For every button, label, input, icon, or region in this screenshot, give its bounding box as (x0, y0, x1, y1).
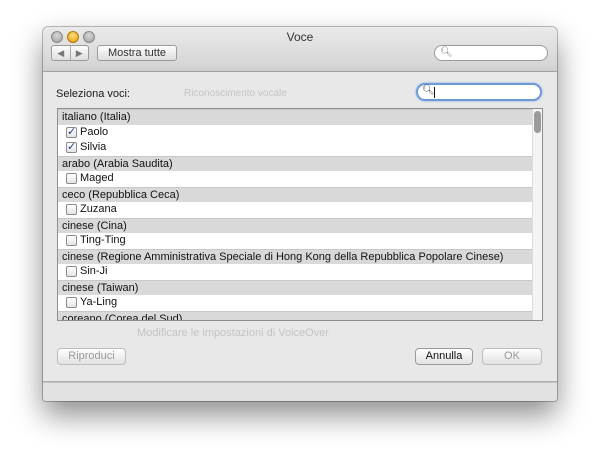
play-button[interactable]: Riproduci (57, 348, 126, 365)
voice-list[interactable]: italiano (Italia) ✓ Paolo ✓ Silvia arabo (Ara… (57, 108, 543, 321)
voice-group-header: ceco (Repubblica Ceca) (58, 186, 542, 202)
select-voices-label: Seleziona voci: (56, 88, 130, 100)
cancel-button[interactable]: Annulla (415, 348, 473, 365)
voice-name-label: Zuzana (80, 203, 117, 215)
search-icon: 🔍︎ (440, 47, 453, 58)
voice-group-header: italiano (Italia) (58, 109, 542, 125)
voice-checkbox[interactable] (66, 173, 77, 184)
voice-checkbox[interactable] (66, 297, 77, 308)
voice-list-item[interactable]: Ya-Ling (58, 295, 542, 311)
voice-checkbox[interactable]: ✓ (66, 126, 77, 138)
voice-group-header: cinese (Regione Amministrativa Speciale … (58, 248, 542, 264)
ok-button[interactable]: OK (482, 348, 542, 365)
voice-checkbox[interactable] (66, 235, 77, 246)
voice-search-field[interactable]: 🔍︎ (416, 83, 542, 101)
voice-name-label: Ting-Ting (80, 234, 126, 246)
voice-group-header: coreano (Corea del Sud) (58, 310, 542, 320)
voice-name-label: Paolo (80, 125, 109, 138)
voice-name-label: Ya-Ling (80, 296, 118, 308)
voice-checkbox[interactable]: ✓ (66, 142, 77, 153)
voice-group-header: cinese (Taiwan) (58, 279, 542, 295)
window-title: Voce (286, 30, 314, 44)
scrollbar-thumb[interactable] (534, 111, 541, 133)
forward-arrow-button[interactable]: ▶ (69, 46, 89, 60)
voice-name-label: Sin-Ji (80, 265, 108, 277)
title-bar: Voce ◀ ▶ Mostra tutte 🔍︎ (43, 27, 557, 72)
voice-checkbox[interactable] (66, 204, 77, 215)
voice-list-item[interactable]: Ting-Ting (58, 233, 542, 249)
background-voiceover-text: Modificare le impostazioni di VoiceOver (137, 327, 329, 339)
vertical-scrollbar[interactable] (532, 109, 542, 320)
voice-checkbox[interactable] (66, 266, 77, 277)
text-caret (434, 87, 435, 98)
history-nav: ◀ ▶ (51, 45, 89, 61)
background-tab-text: Riconoscimento vocale (184, 88, 287, 99)
window-bottom-area (43, 382, 557, 401)
voice-preferences-window: Voce ◀ ▶ Mostra tutte 🔍︎ Seleziona voci:… (43, 27, 557, 401)
voice-list-item[interactable]: Maged (58, 171, 542, 187)
select-voices-sheet: Seleziona voci: Riconoscimento vocale 🔍︎… (43, 72, 557, 382)
voice-name-label: Maged (80, 172, 114, 184)
preferences-search-field[interactable]: 🔍︎ (434, 45, 548, 61)
voice-name-label: Silvia (80, 141, 107, 153)
search-icon: 🔍︎ (422, 85, 435, 96)
voice-list-item[interactable]: Sin-Ji (58, 264, 542, 280)
voice-group-header: cinese (Cina) (58, 217, 542, 233)
voice-group-header: arabo (Arabia Saudita) (58, 155, 542, 171)
back-arrow-button[interactable]: ◀ (52, 46, 70, 60)
voice-list-item[interactable]: ✓ Paolo (58, 124, 542, 140)
voice-list-item[interactable]: ✓ Silvia (58, 140, 542, 156)
show-all-button[interactable]: Mostra tutte (97, 45, 177, 61)
voice-list-item[interactable]: Zuzana (58, 202, 542, 218)
